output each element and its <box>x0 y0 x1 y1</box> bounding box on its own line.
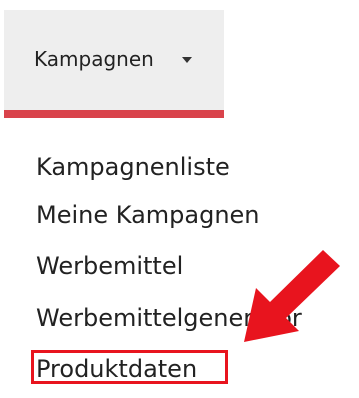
nav-tab-label: Kampagnen <box>34 47 154 71</box>
active-tab-underline <box>4 110 224 118</box>
menu-item-werbemittelgenerator[interactable]: Werbemittelgenerator <box>36 303 302 333</box>
caret-down-icon <box>182 57 192 63</box>
nav-tab-kampagnen[interactable]: Kampagnen <box>4 10 224 110</box>
menu-item-meine-kampagnen[interactable]: Meine Kampagnen <box>36 200 260 230</box>
highlight-box <box>31 350 228 384</box>
menu-item-kampagnenliste[interactable]: Kampagnenliste <box>36 152 230 182</box>
menu-item-werbemittel[interactable]: Werbemittel <box>36 251 183 281</box>
